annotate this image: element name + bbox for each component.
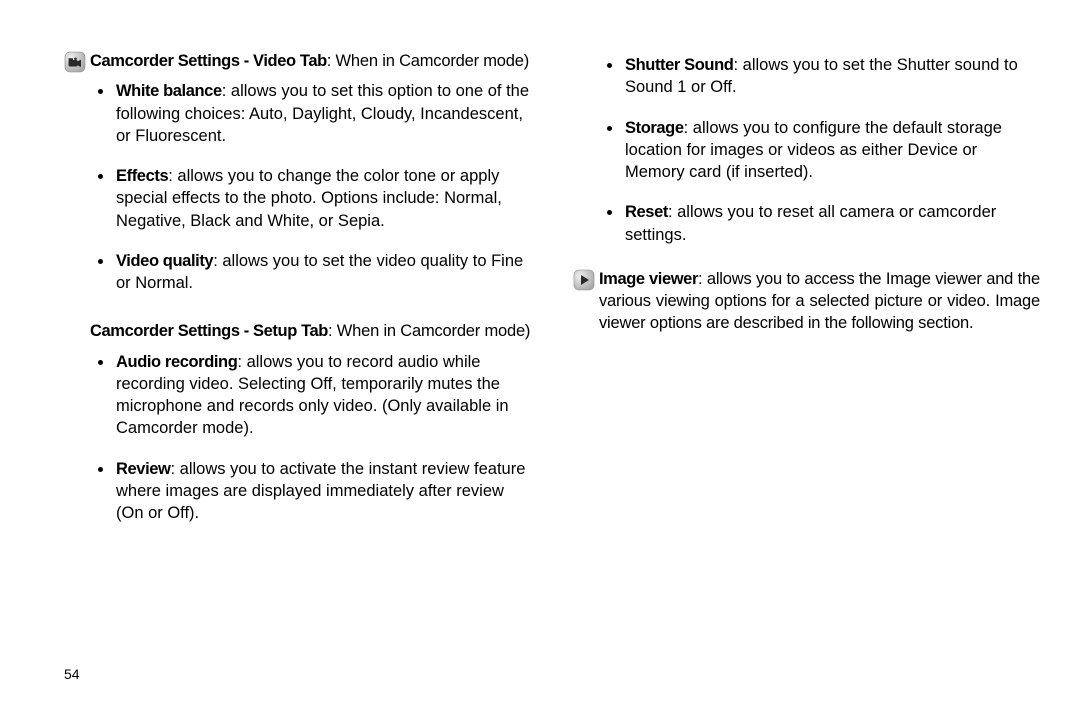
icon-spacer [569,54,599,55]
bullet-effects: Effects: allows you to change the color … [114,165,531,232]
section-body: Camcorder Settings - Setup Tab: When in … [90,320,531,542]
section-setup-continued: Shutter Sound: allows you to set the Shu… [569,54,1040,264]
section-heading-setup-tab: Camcorder Settings - Setup Tab: When in … [90,320,531,342]
bullet-video-quality: Video quality: allows you to set the vid… [114,250,531,295]
right-column: Shutter Sound: allows you to set the Shu… [569,50,1040,680]
section-camcorder-video: Camcorder Settings - Video Tab: When in … [60,50,531,312]
left-column: Camcorder Settings - Video Tab: When in … [60,50,531,680]
image-viewer-paragraph: Image viewer: allows you to access the I… [599,268,1040,335]
section-body: Shutter Sound: allows you to set the Shu… [599,54,1040,264]
bullet-review: Review: allows you to activate the insta… [114,458,531,525]
bullet-storage: Storage: allows you to configure the def… [623,117,1040,184]
section-heading-video-tab: Camcorder Settings - Video Tab: When in … [90,50,531,72]
page: Camcorder Settings - Video Tab: When in … [0,0,1080,720]
bullet-reset: Reset: allows you to reset all camera or… [623,201,1040,246]
camcorder-icon [60,50,90,73]
section-body: Image viewer: allows you to access the I… [599,268,1040,335]
section-body: Camcorder Settings - Video Tab: When in … [90,50,531,312]
bullet-shutter-sound: Shutter Sound: allows you to set the Shu… [623,54,1040,99]
page-number: 54 [64,665,80,684]
section-camcorder-setup: Camcorder Settings - Setup Tab: When in … [60,320,531,542]
icon-spacer [60,320,90,321]
section-image-viewer: Image viewer: allows you to access the I… [569,268,1040,335]
play-icon [569,268,599,291]
bullet-audio-recording: Audio recording: allows you to record au… [114,351,531,440]
bullet-list-setup-tab: Audio recording: allows you to record au… [90,351,531,525]
bullet-white-balance: White balance: allows you to set this op… [114,80,531,147]
bullet-list-setup-continued: Shutter Sound: allows you to set the Shu… [599,54,1040,246]
bullet-list-video-tab: White balance: allows you to set this op… [90,80,531,294]
